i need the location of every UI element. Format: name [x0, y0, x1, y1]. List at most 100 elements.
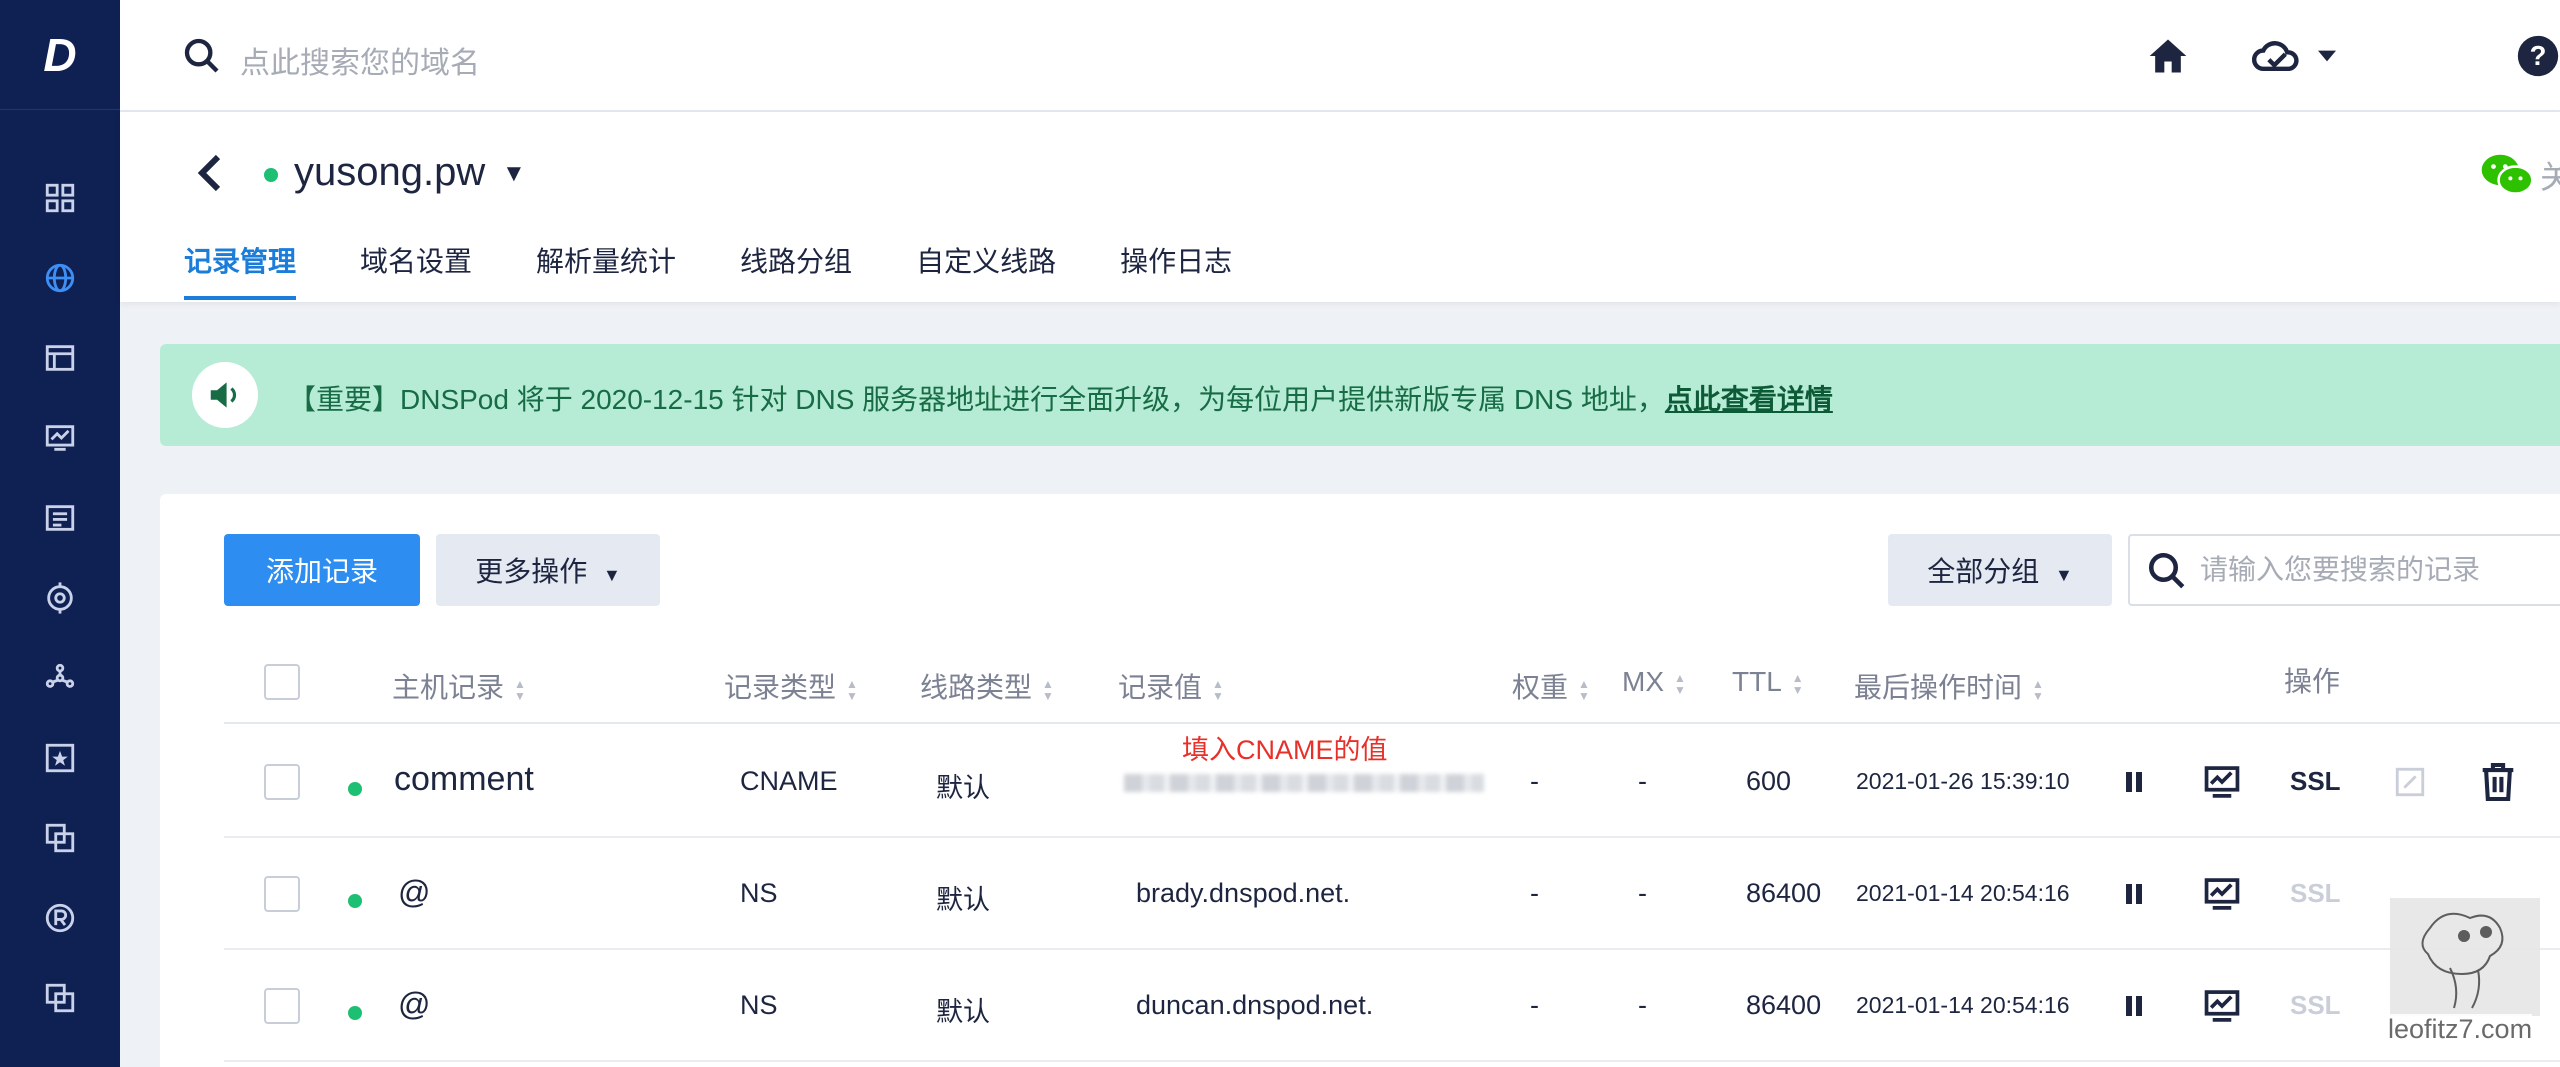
dnspod-logo[interactable]: D: [0, 0, 120, 110]
pause-icon[interactable]: [2112, 984, 2156, 1028]
all-groups-label: 全部分组: [1927, 556, 2040, 587]
record-mx[interactable]: -: [1638, 878, 1647, 909]
record-ttl[interactable]: 86400: [1746, 878, 1821, 909]
copy-icon[interactable]: [40, 818, 80, 858]
record-time: 2021-01-14 20:54:16: [1856, 992, 2070, 1018]
svg-text:?: ?: [2530, 40, 2547, 71]
monitor-icon[interactable]: [2200, 984, 2244, 1028]
add-record-button[interactable]: 添加记录: [224, 534, 420, 606]
window-icon[interactable]: [40, 338, 80, 378]
record-weight[interactable]: -: [1530, 766, 1539, 797]
row-checkbox[interactable]: [264, 876, 300, 912]
record-type[interactable]: NS: [740, 990, 778, 1021]
network-icon[interactable]: [40, 658, 80, 698]
help-icon[interactable]: ?: [2516, 30, 2560, 82]
chevron-down-icon: [2318, 50, 2336, 62]
record-search-input[interactable]: [2200, 550, 2550, 590]
record-mx[interactable]: -: [1638, 766, 1647, 797]
column-time[interactable]: 最后操作时间 ▲ ▼: [1854, 666, 2044, 706]
copy-icon[interactable]: [40, 978, 80, 1018]
record-status-dot: [348, 894, 362, 908]
monitor-icon[interactable]: [2200, 872, 2244, 916]
announcement-banner: 【重要】DNSPod 将于 2020-12-15 针对 DNS 服务器地址进行全…: [160, 344, 2560, 446]
target-icon[interactable]: [40, 578, 80, 618]
record-value[interactable]: duncan.dnspod.net.: [1136, 990, 1373, 1021]
star-badge-icon[interactable]: [40, 738, 80, 778]
record-line[interactable]: 默认: [936, 878, 990, 917]
globe-icon[interactable]: [40, 258, 80, 298]
record-value-redacted[interactable]: [1124, 774, 1484, 792]
wechat-icon[interactable]: [2480, 148, 2534, 202]
record-time: 2021-01-26 15:39:10: [1856, 768, 2070, 794]
tab-custom-lines[interactable]: 自定义线路: [916, 240, 1056, 300]
ssl-button: SSL: [2290, 878, 2341, 908]
sort-icon: ▲ ▼: [514, 676, 526, 703]
top-header: 点此搜索您的域名 ?: [120, 0, 2560, 112]
more-actions-button[interactable]: 更多操作 ▼: [436, 534, 660, 606]
sidebar: D: [0, 0, 120, 1067]
dashboard-icon[interactable]: [40, 178, 80, 218]
tab-operation-log[interactable]: 操作日志: [1120, 240, 1232, 300]
record-status-dot: [348, 1006, 362, 1020]
column-line[interactable]: 线路类型 ▲ ▼: [920, 666, 1054, 706]
sort-icon: ▲ ▼: [1042, 676, 1054, 703]
record-type[interactable]: CNAME: [740, 766, 838, 797]
column-host[interactable]: 主机记录 ▲ ▼: [392, 666, 526, 706]
cloud-menu-icon[interactable]: [2250, 30, 2336, 82]
search-icon[interactable]: [182, 36, 222, 76]
monitor-icon[interactable]: [2200, 760, 2244, 804]
domain-search-input[interactable]: 点此搜索您的域名: [240, 38, 480, 82]
watermark-text: leofitz7.com: [2388, 1014, 2533, 1045]
pause-icon[interactable]: [2112, 760, 2156, 804]
table-row: @ NS 默认 duncan.dnspod.net. - - 86400 202…: [224, 950, 2560, 1062]
wechat-follow-label[interactable]: 关: [2540, 152, 2560, 198]
record-type[interactable]: NS: [740, 878, 778, 909]
record-host[interactable]: @: [398, 986, 430, 1023]
record-line[interactable]: 默认: [936, 766, 990, 805]
record-weight[interactable]: -: [1530, 990, 1539, 1021]
registered-icon[interactable]: [40, 898, 80, 938]
record-ttl[interactable]: 600: [1746, 766, 1791, 797]
all-groups-button[interactable]: 全部分组 ▼: [1888, 534, 2112, 606]
column-ttl[interactable]: TTL ▲ ▼: [1732, 666, 1804, 698]
announcement-message: 【重要】DNSPod 将于 2020-12-15 针对 DNS 服务器地址进行全…: [288, 384, 1665, 415]
announcement-details-link[interactable]: 点此查看详情: [1665, 384, 1833, 415]
monitor-chart-icon[interactable]: [40, 418, 80, 458]
record-line[interactable]: 默认: [936, 990, 990, 1029]
row-checkbox[interactable]: [264, 764, 300, 800]
record-weight[interactable]: -: [1530, 878, 1539, 909]
column-type[interactable]: 记录类型 ▲ ▼: [724, 666, 858, 706]
record-search-box: [2128, 534, 2560, 606]
chevron-down-icon: ▼: [2054, 565, 2073, 585]
document-icon[interactable]: [40, 498, 80, 538]
column-mx[interactable]: MX ▲ ▼: [1622, 666, 1686, 698]
record-ttl[interactable]: 86400: [1746, 990, 1821, 1021]
tab-domain-settings[interactable]: 域名设置: [360, 240, 472, 300]
record-value[interactable]: brady.dnspod.net.: [1136, 878, 1350, 909]
table-row: @ NS 默认 brady.dnspod.net. - - 86400 2021…: [224, 838, 2560, 950]
select-all-checkbox[interactable]: [264, 664, 300, 700]
record-host[interactable]: @: [398, 874, 430, 911]
search-icon[interactable]: [2146, 550, 2188, 592]
sort-icon: ▲ ▼: [846, 676, 858, 703]
ssl-button[interactable]: SSL: [2290, 766, 2341, 797]
tab-line-groups[interactable]: 线路分组: [740, 240, 852, 300]
domain-name[interactable]: yusong.pw: [294, 150, 485, 195]
column-ops: 操作: [2284, 666, 2341, 697]
column-weight[interactable]: 权重 ▲ ▼: [1512, 666, 1590, 706]
pause-icon[interactable]: [2112, 872, 2156, 916]
column-value[interactable]: 记录值 ▲ ▼: [1118, 666, 1224, 706]
delete-icon[interactable]: [2476, 760, 2520, 804]
domain-status-dot: [264, 168, 278, 182]
record-status-dot: [348, 782, 362, 796]
sort-icon: ▲ ▼: [1578, 676, 1590, 703]
back-arrow-icon[interactable]: [190, 148, 230, 198]
record-host[interactable]: comment: [394, 760, 534, 799]
tab-resolution-stats[interactable]: 解析量统计: [536, 240, 676, 300]
record-mx[interactable]: -: [1638, 990, 1647, 1021]
row-checkbox[interactable]: [264, 988, 300, 1024]
domain-dropdown-caret-icon[interactable]: ▼: [502, 160, 526, 188]
tab-record-management[interactable]: 记录管理: [184, 240, 297, 300]
home-icon[interactable]: [2146, 30, 2190, 82]
speaker-icon: [192, 362, 258, 428]
